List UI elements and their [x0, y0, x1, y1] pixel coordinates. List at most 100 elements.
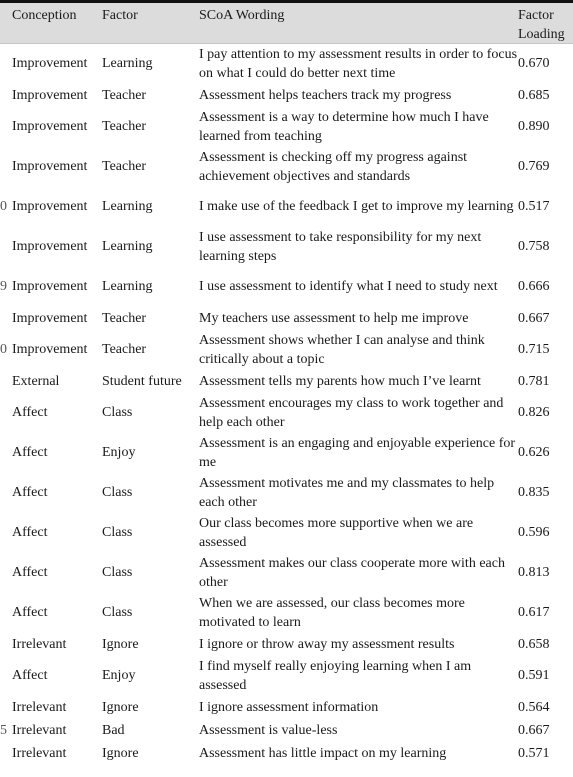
cell-conception: Irrelevant	[12, 722, 67, 738]
cell-factor: Teacher	[102, 310, 147, 326]
cell-wording: Assessment makes our class cooperate mor…	[199, 555, 505, 591]
cell-factor: Class	[102, 485, 133, 501]
cell-wording: Our class becomes more supportive when w…	[199, 515, 474, 551]
header-conception: Conception	[12, 8, 77, 23]
cell-wording: I use assessment to take responsibility …	[199, 229, 482, 265]
cell-wording: Assessment tells my parents how much I’v…	[199, 373, 481, 389]
factor-loading-table: Conception Factor SCoA Wording Factor Lo…	[0, 0, 573, 765]
cell-wording: I use assessment to identify what I need…	[199, 279, 498, 295]
header-loading: Factor Loading	[518, 8, 565, 42]
table-row: 0 Improvement Learning I make use of the fe…	[0, 187, 573, 227]
cell-factor: Teacher	[102, 119, 147, 135]
cell-loading: 0.813	[518, 565, 550, 581]
table-row: Affect Class Assessment motivates me and m…	[0, 473, 573, 513]
cell-loading: 0.667	[518, 310, 550, 326]
cell-conception: Affect	[12, 405, 48, 421]
header-marker-column	[0, 3, 12, 43]
cell-wording: I find myself really enjoying learning w…	[199, 658, 472, 694]
cell-wording: Assessment helps teachers track my progr…	[199, 87, 452, 103]
table-row: 0 Improvement Teacher Assessment shows whet…	[0, 330, 573, 370]
table-row: Improvement Learning I pay attention to my…	[0, 44, 573, 84]
table-row: Irrelevant Ignore I ignore assessment info…	[0, 696, 573, 719]
cell-loading: 0.571	[518, 745, 550, 761]
cell-conception: Improvement	[12, 342, 88, 358]
cell-wording: Assessment is a way to determine how muc…	[199, 109, 489, 145]
cell-loading: 0.591	[518, 668, 550, 684]
cell-conception: Improvement	[12, 239, 88, 255]
cell-loading: 0.626	[518, 445, 550, 461]
cell-wording: I ignore or throw away my assessment res…	[199, 636, 455, 652]
cell-factor: Ignore	[102, 699, 139, 715]
cell-conception: Affect	[12, 605, 48, 621]
table-body: Improvement Learning I pay attention to my…	[0, 44, 573, 765]
cell-conception: Affect	[12, 445, 48, 461]
table-row: Improvement Learning I use assessment to t…	[0, 227, 573, 267]
table-row: Affect Class When we are assessed, our cla…	[0, 593, 573, 633]
cell-conception: Improvement	[12, 119, 88, 135]
cell-factor: Bad	[102, 722, 125, 738]
cell-factor: Class	[102, 405, 133, 421]
cell-wording: I ignore assessment information	[199, 699, 379, 715]
cell-loading: 0.769	[518, 159, 550, 175]
cell-wording: Assessment motivates me and my classmate…	[199, 475, 495, 511]
cell-factor: Learning	[102, 199, 153, 215]
cell-loading: 0.685	[518, 87, 550, 103]
table-row: Affect Class Assessment makes our class co…	[0, 553, 573, 593]
cell-loading: 0.596	[518, 525, 550, 541]
table-row: Irrelevant Ignore Assessment has little im…	[0, 742, 573, 765]
table-row: Improvement Teacher Assessment helps teach…	[0, 84, 573, 107]
cell-factor: Class	[102, 605, 133, 621]
cell-factor: Class	[102, 525, 133, 541]
cell-wording: Assessment shows whether I can analyse a…	[199, 332, 485, 368]
cell-loading: 0.667	[518, 722, 550, 738]
cell-factor: Learning	[102, 239, 153, 255]
cell-conception: Affect	[12, 525, 48, 541]
cell-loading: 0.666	[518, 279, 550, 295]
table-row: 5 Irrelevant Bad Assessment is value-less 0.…	[0, 719, 573, 742]
cell-wording: I make use of the feedback I get to impr…	[199, 199, 514, 215]
cell-conception: Irrelevant	[12, 699, 67, 715]
cell-conception: Affect	[12, 485, 48, 501]
cell-wording: My teachers use assessment to help me im…	[199, 310, 469, 326]
cell-loading: 0.758	[518, 239, 550, 255]
cell-wording: Assessment is checking off my progress a…	[199, 149, 468, 185]
table-row: External Student future Assessment tells m…	[0, 370, 573, 393]
cell-loading: 0.826	[518, 405, 550, 421]
cell-conception: Improvement	[12, 199, 88, 215]
cell-factor: Ignore	[102, 636, 139, 652]
cell-factor: Learning	[102, 56, 153, 72]
cell-factor: Class	[102, 565, 133, 581]
header-factor: Factor	[102, 8, 138, 23]
row-marker: 0	[0, 199, 7, 215]
cell-factor: Teacher	[102, 159, 147, 175]
cell-loading: 0.781	[518, 373, 550, 389]
cell-conception: Irrelevant	[12, 636, 67, 652]
cell-conception: Improvement	[12, 310, 88, 326]
cell-conception: Improvement	[12, 56, 88, 72]
cell-wording: When we are assessed, our class becomes …	[199, 595, 465, 631]
cell-wording: I pay attention to my assessment results…	[199, 46, 518, 82]
table-row: Improvement Teacher Assessment is checking…	[0, 147, 573, 187]
cell-conception: Improvement	[12, 159, 88, 175]
cell-conception: Improvement	[12, 279, 88, 295]
cell-wording: Assessment has little impact on my learn…	[199, 745, 447, 761]
cell-conception: External	[12, 373, 60, 389]
cell-loading: 0.670	[518, 56, 550, 72]
table-header-row: Conception Factor SCoA Wording Factor Lo…	[0, 3, 573, 44]
row-marker: 9	[0, 279, 7, 295]
cell-conception: Improvement	[12, 87, 88, 103]
cell-loading: 0.658	[518, 636, 550, 652]
row-marker: 0	[0, 342, 7, 358]
table-row: Irrelevant Ignore I ignore or throw away m…	[0, 633, 573, 656]
cell-loading: 0.617	[518, 605, 550, 621]
cell-factor: Student future	[102, 373, 182, 389]
cell-conception: Irrelevant	[12, 745, 67, 761]
table-row: 9 Improvement Learning I use assessment to …	[0, 267, 573, 307]
cell-loading: 0.835	[518, 485, 550, 501]
row-marker: 5	[0, 722, 7, 738]
cell-factor: Learning	[102, 279, 153, 295]
cell-factor: Ignore	[102, 745, 139, 761]
cell-factor: Enjoy	[102, 445, 136, 461]
table-row: Improvement Teacher My teachers use assess…	[0, 307, 573, 330]
cell-loading: 0.564	[518, 699, 550, 715]
